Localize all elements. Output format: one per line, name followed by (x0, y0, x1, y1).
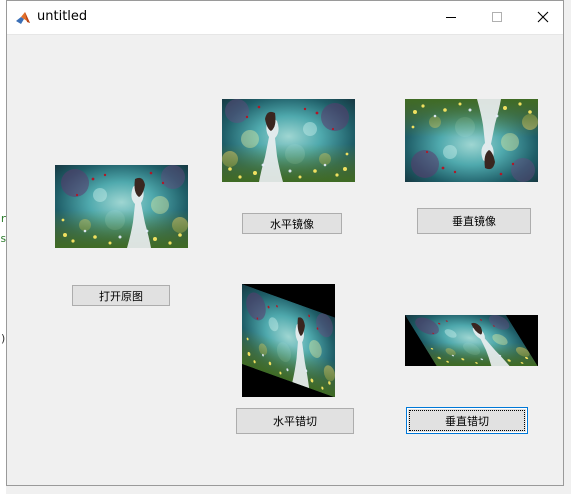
vertical-shear-button[interactable]: 垂直错切 (406, 407, 528, 434)
matlab-icon (15, 10, 31, 26)
minimize-icon (445, 8, 457, 27)
close-button[interactable] (520, 1, 566, 34)
focus-ring (409, 410, 525, 431)
horizontal-shear-image (242, 284, 335, 397)
vertical-mirror-label: 垂直镜像 (452, 215, 496, 228)
title-bar[interactable]: untitled (7, 1, 563, 35)
horizontal-mirror-button[interactable]: 水平镜像 (242, 213, 342, 234)
vertical-mirror-button[interactable]: 垂直镜像 (417, 208, 531, 234)
close-icon (537, 8, 549, 27)
open-original-button[interactable]: 打开原图 (72, 285, 170, 306)
vertical-mirror-image (405, 99, 538, 182)
horizontal-mirror-image (222, 99, 355, 182)
maximize-icon (491, 8, 503, 27)
horizontal-shear-button[interactable]: 水平错切 (236, 408, 354, 434)
open-original-label: 打开原图 (99, 289, 143, 303)
window-title: untitled (37, 9, 88, 24)
horizontal-mirror-label: 水平镜像 (270, 217, 314, 231)
minimize-button[interactable] (428, 1, 474, 34)
horizontal-shear-label: 水平错切 (273, 415, 317, 428)
maximize-button[interactable] (474, 1, 520, 34)
original-image (55, 165, 188, 248)
vertical-shear-image (405, 315, 538, 366)
